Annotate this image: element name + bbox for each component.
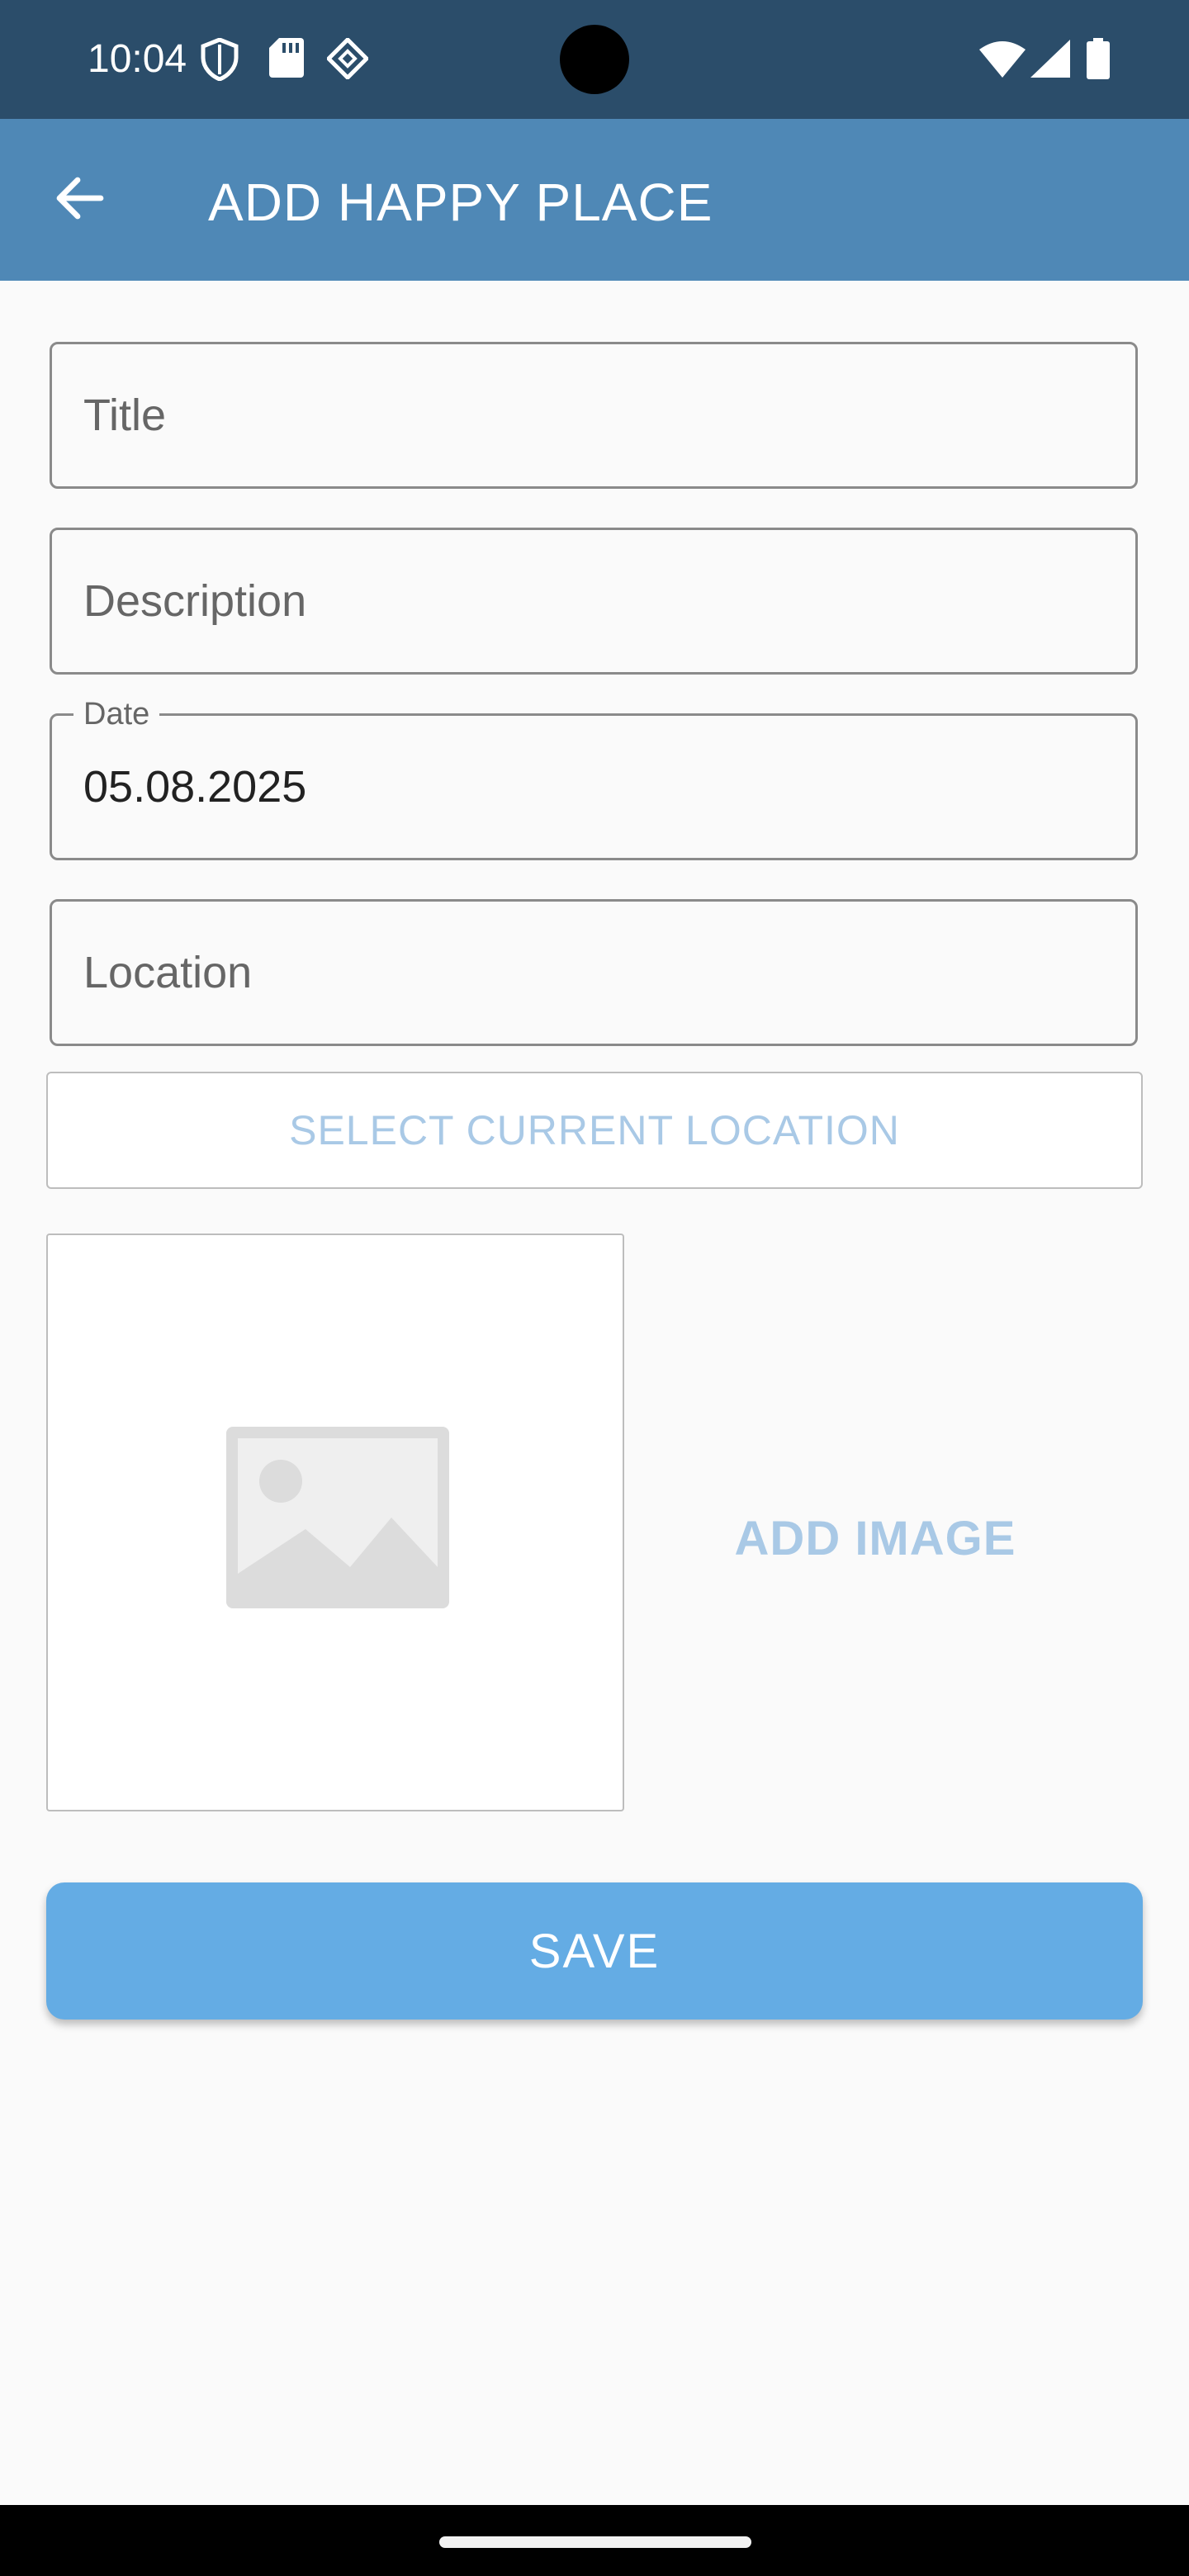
back-button[interactable] [36, 162, 122, 238]
app-notification-icon [325, 36, 370, 83]
page-title: ADD HAPPY PLACE [208, 173, 713, 232]
title-placeholder: Title [83, 391, 167, 440]
status-bar: 10:04 [0, 0, 1189, 119]
add-image-button[interactable]: ADD IMAGE [727, 1511, 1024, 1566]
sd-card-icon [269, 38, 304, 82]
navigation-bar [0, 2505, 1189, 2576]
home-gesture-handle[interactable] [439, 2536, 751, 2548]
front-camera [560, 25, 629, 94]
date-field[interactable]: Date 05.08.2025 [50, 698, 1138, 860]
battery-icon [1087, 38, 1110, 83]
select-current-location-button[interactable]: SELECT CURRENT LOCATION [46, 1072, 1143, 1189]
arrow-back-icon [54, 177, 104, 224]
location-field[interactable]: Location [50, 899, 1138, 1046]
save-button[interactable]: SAVE [46, 1882, 1143, 2020]
image-preview[interactable] [46, 1234, 624, 1811]
status-time: 10:04 [88, 37, 187, 81]
image-placeholder-icon [226, 1427, 449, 1612]
date-label: Date [73, 698, 160, 731]
date-value: 05.08.2025 [83, 762, 307, 812]
location-placeholder: Location [83, 948, 253, 997]
title-field[interactable]: Title [50, 342, 1138, 489]
description-field[interactable]: Description [50, 528, 1138, 675]
description-placeholder: Description [83, 576, 307, 626]
cell-signal-icon [1030, 40, 1070, 82]
wifi-icon [979, 40, 1026, 82]
shield-icon [200, 37, 239, 85]
